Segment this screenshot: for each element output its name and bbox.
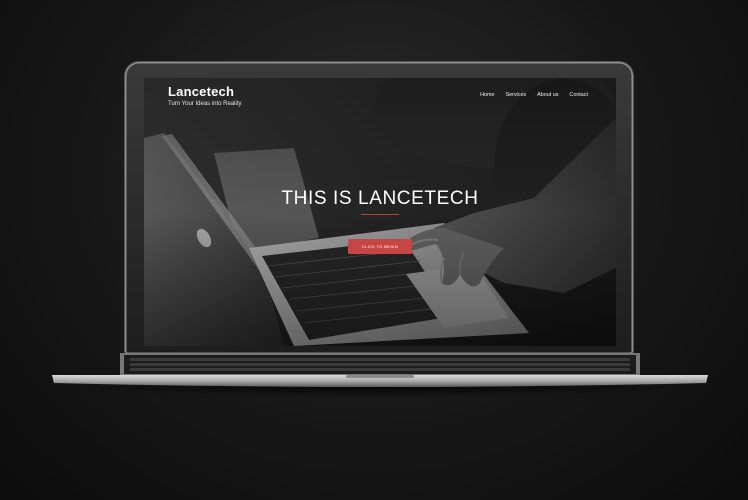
brand-title[interactable]: Lancetech xyxy=(168,84,234,99)
nav-home[interactable]: Home xyxy=(480,92,494,98)
laptop-screen: Lancetech Turn Your Ideas into Reality H… xyxy=(144,78,616,346)
hero-title-divider xyxy=(361,214,399,215)
brand-tagline: Turn Your Ideas into Reality xyxy=(168,101,242,107)
nav-services[interactable]: Services xyxy=(505,92,526,98)
laptop-base xyxy=(52,353,708,387)
nav-contact[interactable]: Contact xyxy=(569,92,588,98)
hero-title: THIS IS LANCETECH xyxy=(281,188,479,209)
hero-background-image xyxy=(144,78,616,346)
cta-button[interactable]: CLICK TO BEGIN xyxy=(348,239,412,254)
nav-about-us[interactable]: About us xyxy=(537,92,558,98)
main-nav: Home Services About us Contact xyxy=(480,92,588,98)
